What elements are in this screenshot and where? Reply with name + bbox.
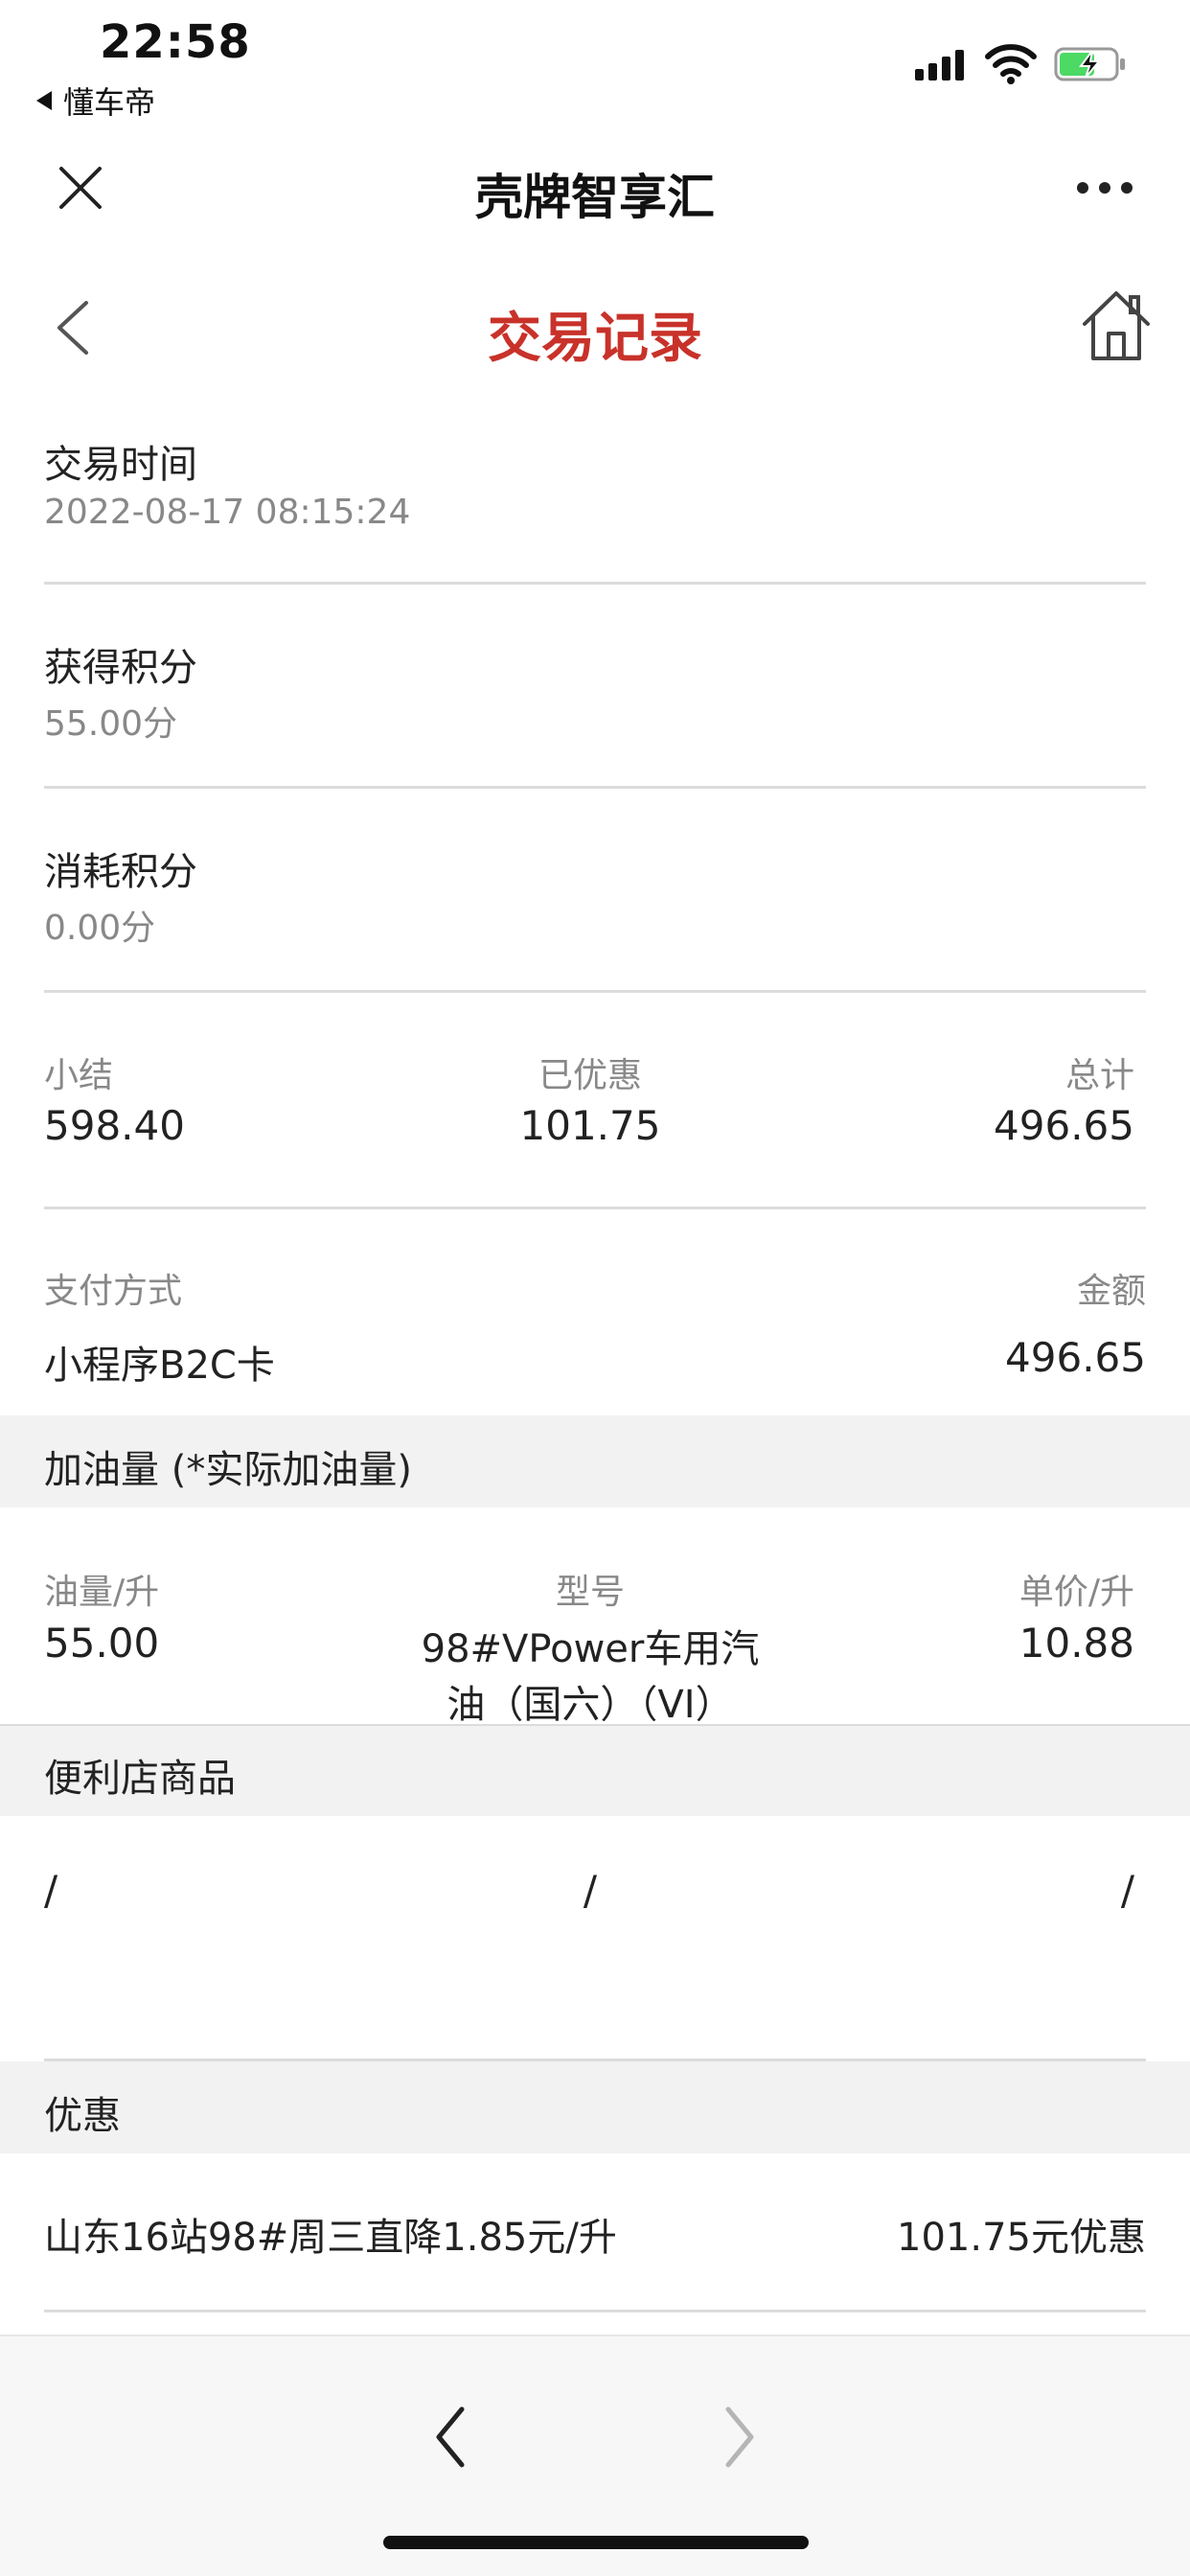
store-section-title: 便利店商品 [44, 1757, 236, 1801]
page-header: 交易记录 [0, 268, 1190, 383]
fuel-section-header: 加油量 (*实际加油量) [0, 1415, 1190, 1507]
miniprogram-title: 壳牌智享汇 [475, 170, 715, 225]
fuel-model-line1: 98#VPower车用汽 [421, 1627, 760, 1671]
back-to-app-link[interactable]: 懂车帝 [36, 79, 155, 123]
promo-section-header: 优惠 [0, 2061, 1190, 2153]
divider [44, 2310, 1146, 2312]
battery-charging-icon [1054, 47, 1125, 81]
payment-method-value: 小程序B2C卡 [44, 1344, 275, 1388]
fuel-section-title: 加油量 (*实际加油量) [44, 1448, 412, 1492]
next-page-icon[interactable] [721, 2404, 759, 2471]
store-section-header: 便利店商品 [0, 1724, 1190, 1816]
used-points-value: 0.00分 [44, 908, 156, 948]
earned-points-value: 55.00分 [44, 704, 178, 744]
fuel-unit-price-value: 10.88 [1018, 1620, 1134, 1667]
store-col3: / [1120, 1867, 1134, 1914]
payment-amount-value: 496.65 [1005, 1334, 1146, 1381]
wifi-icon [985, 44, 1037, 84]
fuel-unit-price-label: 单价/升 [1018, 1573, 1134, 1612]
page-title: 交易记录 [488, 308, 702, 370]
payment-amount-label: 金额 [1076, 1272, 1146, 1311]
fuel-model-line2: 油（国六）（VI） [446, 1683, 734, 1727]
total-label: 总计 [1064, 1056, 1134, 1095]
back-triangle-icon [36, 91, 52, 110]
miniprogram-title-bar: 壳牌智享汇 [0, 134, 1190, 240]
transaction-time-label: 交易时间 [44, 443, 197, 487]
divider [44, 1207, 1146, 1209]
back-app-label: 懂车帝 [63, 84, 156, 121]
cellular-signal-icon [915, 48, 964, 80]
total-value: 496.65 [994, 1102, 1134, 1149]
used-points-label: 消耗积分 [44, 850, 197, 894]
more-options-icon[interactable] [1077, 182, 1133, 194]
transaction-time-value: 2022-08-17 08:15:24 [44, 493, 411, 532]
status-bar: 22:58 懂车帝 [0, 0, 1190, 125]
divider [44, 786, 1146, 789]
store-col2: / [583, 1867, 598, 1914]
discount-label: 已优惠 [538, 1056, 642, 1095]
divider [44, 582, 1146, 585]
payment-method-label: 支付方式 [44, 1272, 183, 1311]
home-indicator[interactable] [383, 2536, 809, 2549]
status-time: 22:58 [100, 15, 251, 69]
fuel-model-label: 型号 [555, 1573, 625, 1612]
home-icon[interactable] [1081, 289, 1152, 362]
divider [44, 990, 1146, 993]
earned-points-label: 获得积分 [44, 646, 197, 690]
previous-page-icon[interactable] [431, 2404, 469, 2471]
promo-name: 山东16站98#周三直降1.85元/升 [44, 2216, 617, 2260]
promo-section-title: 优惠 [44, 2094, 121, 2138]
promo-amount: 101.75元优惠 [897, 2216, 1146, 2260]
